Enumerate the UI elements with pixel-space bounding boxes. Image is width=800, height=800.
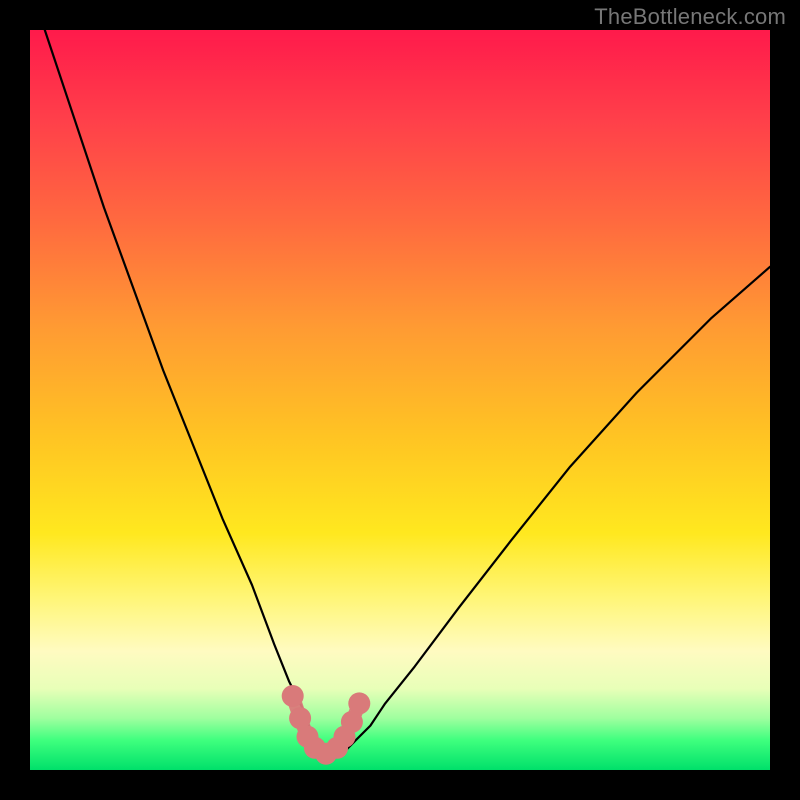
plot-area — [30, 30, 770, 770]
bottleneck-curve — [45, 30, 770, 755]
optimal-dot — [348, 692, 370, 714]
chart-svg — [30, 30, 770, 770]
watermark-text: TheBottleneck.com — [594, 4, 786, 30]
optimal-region-dots — [282, 685, 371, 765]
chart-stage: TheBottleneck.com — [0, 0, 800, 800]
optimal-dot — [282, 685, 304, 707]
